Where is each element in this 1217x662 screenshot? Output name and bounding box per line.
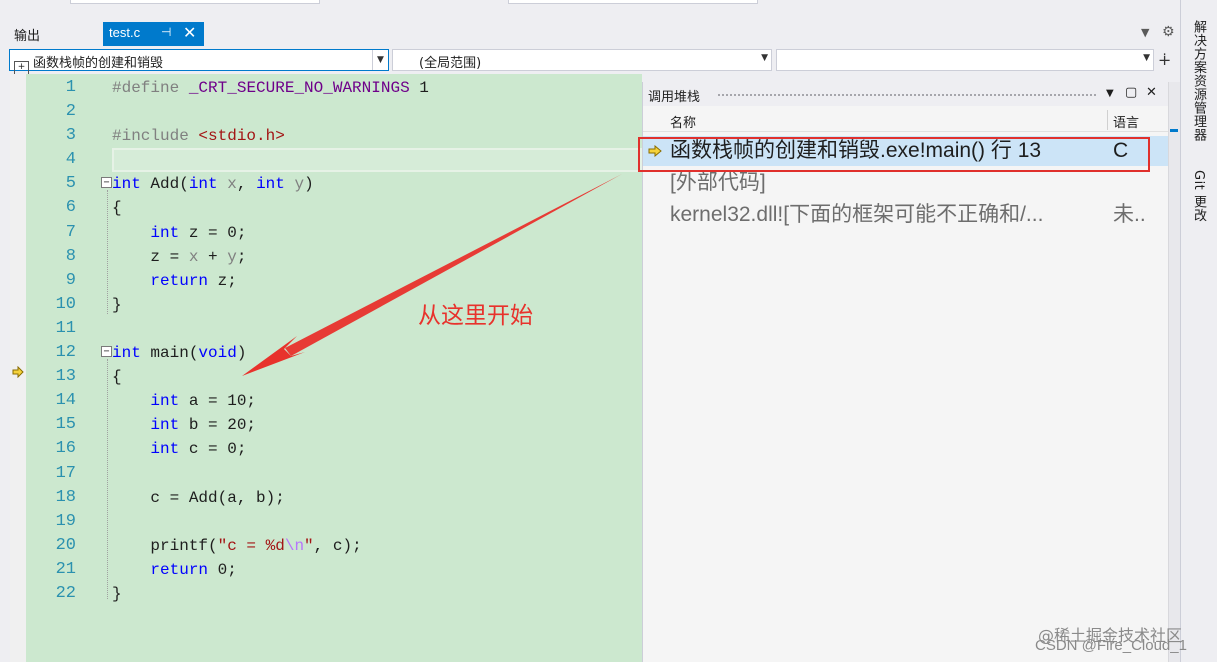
scope-guide <box>107 190 108 314</box>
solution-explorer-tab[interactable]: 解决方案资源管理器 <box>1189 20 1208 142</box>
line-number: 4 <box>65 150 76 170</box>
code-line: #define _CRT_SECURE_NO_WARNINGS 1 <box>112 79 429 97</box>
column-header-language[interactable]: 语言 <box>1113 112 1139 131</box>
code-line: int z = 0; <box>150 223 247 242</box>
toolbar-field[interactable] <box>508 0 758 4</box>
column-divider[interactable] <box>1107 110 1108 130</box>
watermark-csdn: CSDN @Fire_Cloud_1 <box>1035 637 1187 654</box>
code-line: z = x + y; <box>112 247 247 266</box>
code-line: return z; <box>150 271 237 290</box>
vertical-scrollbar[interactable] <box>1168 82 1180 662</box>
call-stack-row[interactable]: [外部代码] <box>643 168 1169 198</box>
line-number: 15 <box>55 415 76 435</box>
scope-guide <box>107 359 108 599</box>
current-statement-arrow-icon <box>12 366 24 378</box>
line-number: 14 <box>55 391 76 411</box>
line-number: 11 <box>55 318 76 338</box>
line-number: 22 <box>55 583 76 603</box>
window-menu-icon[interactable]: ▼ <box>1106 88 1114 99</box>
right-tool-rail: 解决方案资源管理器 Git 更改 <box>1180 0 1217 662</box>
line-number: 13 <box>55 367 76 387</box>
line-number: 8 <box>65 246 76 266</box>
line-numbers: 1 2 3 4 5 6 7 8 9 10 11 12 13 14 15 16 17 18 19 20 21 22 <box>26 76 90 606</box>
code-line: int c = 0; <box>150 440 247 459</box>
tab-list-dropdown-icon[interactable]: ▼ <box>1141 26 1149 39</box>
line-number: 16 <box>55 439 76 459</box>
fold-toggle-add[interactable]: − <box>101 177 112 188</box>
chevron-down-icon: ▼ <box>372 50 388 70</box>
line-number: 17 <box>55 463 76 483</box>
code-line: } <box>112 584 122 603</box>
code-line: { <box>112 368 122 387</box>
line-number: 21 <box>55 559 76 579</box>
code-line: #include <stdio.h> <box>112 127 285 146</box>
frame-language: 未.. <box>1113 203 1146 226</box>
top-toolbar-strip <box>0 0 1217 20</box>
code-line: c = Add(a, b); <box>112 488 285 507</box>
split-editor-icon[interactable]: ∔ <box>1158 50 1171 69</box>
code-line: int Add(int x, int y) <box>112 175 314 194</box>
member-dropdown[interactable]: ▼ <box>776 49 1154 71</box>
indicator-margin[interactable] <box>10 74 26 662</box>
annotation-text: 从这里开始 <box>418 303 533 329</box>
fold-toggle-main[interactable]: − <box>101 346 112 357</box>
git-changes-tab[interactable]: Git 更改 <box>1189 170 1208 222</box>
frame-name: kernel32.dll![下面的框架可能不正确和/... <box>670 203 1044 226</box>
scrollbar-marker <box>1170 129 1178 132</box>
line-number: 12 <box>55 343 76 363</box>
navigation-bar: + 函数栈帧的创建和销毁 ▼ (全局范围) ▼ ▼ ∔ <box>0 46 1180 75</box>
project-icon: + <box>14 61 29 75</box>
drag-grip[interactable] <box>717 93 1097 97</box>
line-number: 5 <box>65 174 76 194</box>
pin-icon[interactable]: ⊣ <box>161 25 171 39</box>
line-number: 10 <box>55 294 76 314</box>
chevron-down-icon: ▼ <box>1143 53 1150 63</box>
call-stack-header[interactable]: 调用堆栈 ▼ ▢ ✕ <box>643 82 1169 106</box>
code-line: int a = 10; <box>150 392 257 411</box>
code-line: return 0; <box>150 560 237 579</box>
chevron-down-icon: ▼ <box>761 53 768 63</box>
line-number: 2 <box>65 102 76 122</box>
document-tab-row: 输出 test.c ⊣ ✕ <box>0 20 1180 66</box>
code-line: } <box>112 295 122 314</box>
tab-test-c[interactable]: test.c ⊣ ✕ <box>103 22 204 46</box>
line-number: 6 <box>65 198 76 218</box>
line-number: 1 <box>65 78 76 97</box>
maximize-icon[interactable]: ▢ <box>1125 85 1137 100</box>
code-editor[interactable]: 1 2 3 4 5 6 7 8 9 10 11 12 13 14 15 16 17 18 19 20 21 22 − − … <box>10 74 642 662</box>
close-icon[interactable]: ✕ <box>1146 85 1157 100</box>
scope-dropdown-value: (全局范围) <box>419 56 482 71</box>
line-number: 3 <box>65 126 76 146</box>
code-line: { <box>112 199 122 218</box>
column-header-name[interactable]: 名称 <box>670 112 696 131</box>
line-number: 7 <box>65 222 76 242</box>
scope-dropdown[interactable]: (全局范围) ▼ <box>392 49 772 71</box>
project-dropdown[interactable]: + 函数栈帧的创建和销毁 ▼ <box>9 49 389 75</box>
tab-output[interactable]: 输出 <box>0 20 54 46</box>
line-number: 19 <box>55 511 76 531</box>
code-line: int b = 20; <box>150 416 257 435</box>
code-line: printf("c = %d\n", c); <box>112 536 362 555</box>
call-stack-row[interactable]: kernel32.dll![下面的框架可能不正确和/... 未.. <box>643 200 1169 230</box>
highlight-box <box>638 137 1150 172</box>
call-stack-title: 调用堆栈 <box>648 90 701 105</box>
call-stack-column-headers: 名称 语言 <box>643 108 1169 132</box>
tab-label: test.c <box>109 25 141 40</box>
line-number: 9 <box>65 270 76 290</box>
line-number: 18 <box>55 487 76 507</box>
close-icon[interactable]: ✕ <box>183 23 196 43</box>
toolbar-field[interactable] <box>70 0 320 4</box>
frame-name: [外部代码] <box>670 171 766 194</box>
gear-icon[interactable]: ⚙ <box>1162 24 1175 40</box>
project-dropdown-value: 函数栈帧的创建和销毁 <box>33 56 164 71</box>
code-line: int main(void) <box>112 344 247 363</box>
code-lines: #define _CRT_SECURE_NO_WARNINGS 1 #inclu… <box>112 76 642 606</box>
line-number: 20 <box>55 535 76 555</box>
